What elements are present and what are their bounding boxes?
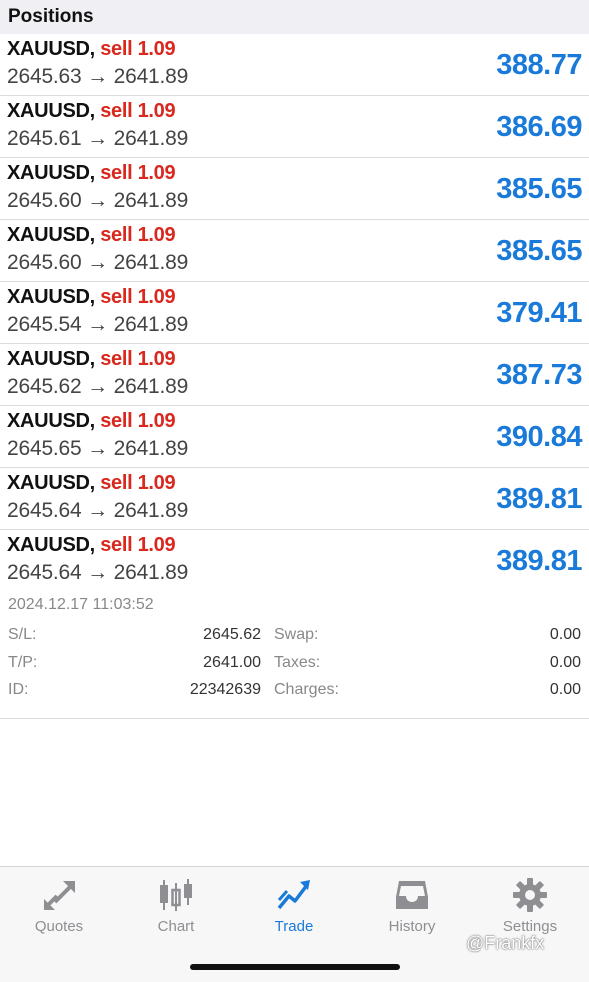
details-row-tp-taxes: T/P: 2641.00 Taxes: 0.00 xyxy=(0,654,589,678)
arrow-icon: → xyxy=(87,437,108,460)
swap-label: Swap: xyxy=(274,626,319,643)
current-price: 2641.89 xyxy=(113,189,189,212)
position-profit: 379.41 xyxy=(496,297,582,329)
tab-history[interactable]: History xyxy=(353,867,471,947)
tab-label: History xyxy=(388,918,436,935)
details-row-id-charges: ID: 22342639 Charges: 0.00 xyxy=(0,681,589,705)
position-profit: 385.65 xyxy=(496,235,582,267)
position-profit: 390.84 xyxy=(496,421,582,453)
id-label: ID: xyxy=(8,681,29,698)
position-row[interactable]: XAUUSD, sell 1.09 2645.60 → 2641.89 385.… xyxy=(0,158,589,220)
details-row-sl-swap: S/L: 2645.62 Swap: 0.00 xyxy=(0,626,589,650)
position-row[interactable]: XAUUSD, sell 1.09 2645.54 → 2641.89 379.… xyxy=(0,282,589,344)
position-symbol: XAUUSD, xyxy=(7,472,95,494)
open-price: 2645.63 xyxy=(7,65,82,88)
open-price: 2645.62 xyxy=(7,375,82,398)
tab-chart[interactable]: Chart xyxy=(117,867,235,947)
position-side: sell 1.09 xyxy=(100,348,176,370)
position-details: 2024.12.17 11:03:52 S/L: 2645.62 Swap: 0… xyxy=(0,592,589,719)
position-row[interactable]: XAUUSD, sell 1.09 2645.61 → 2641.89 386.… xyxy=(0,96,589,158)
position-row[interactable]: XAUUSD, sell 1.09 2645.64 → 2641.89 389.… xyxy=(0,468,589,530)
taxes-value: 0.00 xyxy=(549,654,581,671)
current-price: 2641.89 xyxy=(113,499,189,522)
position-row[interactable]: XAUUSD, sell 1.09 2645.60 → 2641.89 385.… xyxy=(0,220,589,282)
tab-label: Trade xyxy=(274,918,314,935)
position-side: sell 1.09 xyxy=(100,100,176,122)
tab-trade[interactable]: Trade xyxy=(235,867,353,947)
open-price: 2645.65 xyxy=(7,437,82,460)
open-price: 2645.61 xyxy=(7,127,82,150)
inbox-tray-icon xyxy=(396,881,428,909)
position-symbol: XAUUSD, xyxy=(7,162,95,184)
arrow-icon: → xyxy=(87,65,108,88)
open-price: 2645.64 xyxy=(7,499,82,522)
position-profit: 387.73 xyxy=(496,359,582,391)
position-profit: 386.69 xyxy=(496,111,582,143)
position-side: sell 1.09 xyxy=(100,410,176,432)
position-row-selected[interactable]: XAUUSD, sell 1.09 2645.64 → 2641.89 389.… xyxy=(0,530,589,592)
arrow-icon: → xyxy=(87,499,108,522)
positions-title: Positions xyxy=(8,6,94,27)
position-symbol: XAUUSD, xyxy=(7,38,95,60)
position-profit: 388.77 xyxy=(496,49,582,81)
position-symbol: XAUUSD, xyxy=(7,286,95,308)
position-row[interactable]: XAUUSD, sell 1.09 2645.62 → 2641.89 387.… xyxy=(0,344,589,406)
position-symbol: XAUUSD, xyxy=(7,410,95,432)
position-profit: 389.81 xyxy=(496,545,582,577)
position-side: sell 1.09 xyxy=(100,224,176,246)
tab-quotes[interactable]: Quotes xyxy=(0,867,118,947)
taxes-label: Taxes: xyxy=(274,654,321,671)
open-price: 2645.54 xyxy=(7,313,82,336)
position-side: sell 1.09 xyxy=(100,162,176,184)
arrow-icon: → xyxy=(87,251,108,274)
quotes-arrows-icon xyxy=(43,881,75,910)
current-price: 2641.89 xyxy=(113,561,189,584)
position-profit: 389.81 xyxy=(496,483,582,515)
open-price: 2645.60 xyxy=(7,189,82,212)
candlestick-icon xyxy=(160,879,192,911)
arrow-icon: → xyxy=(87,561,108,584)
current-price: 2641.89 xyxy=(113,127,189,150)
position-symbol: XAUUSD, xyxy=(7,224,95,246)
current-price: 2641.89 xyxy=(113,375,189,398)
trade-trend-icon xyxy=(277,880,310,910)
positions-list: XAUUSD, sell 1.09 2645.63 → 2641.89 388.… xyxy=(0,34,589,592)
position-profit: 385.65 xyxy=(496,173,582,205)
id-value: 22342639 xyxy=(189,681,261,698)
current-price: 2641.89 xyxy=(113,251,189,274)
position-symbol: XAUUSD, xyxy=(7,534,95,556)
gear-icon xyxy=(513,878,547,912)
arrow-icon: → xyxy=(87,313,108,336)
open-price: 2645.60 xyxy=(7,251,82,274)
tp-label: T/P: xyxy=(8,654,38,671)
charges-value: 0.00 xyxy=(549,681,581,698)
sl-label: S/L: xyxy=(8,626,37,643)
arrow-icon: → xyxy=(87,375,108,398)
positions-header: Positions xyxy=(0,0,589,34)
position-symbol: XAUUSD, xyxy=(7,348,95,370)
charges-label: Charges: xyxy=(274,681,339,698)
position-symbol: XAUUSD, xyxy=(7,100,95,122)
position-side: sell 1.09 xyxy=(100,38,176,60)
sl-value: 2645.62 xyxy=(203,626,261,643)
current-price: 2641.89 xyxy=(113,65,189,88)
home-indicator[interactable] xyxy=(190,964,400,970)
tp-value: 2641.00 xyxy=(203,654,261,671)
arrow-icon: → xyxy=(87,189,108,212)
current-price: 2641.89 xyxy=(113,437,189,460)
position-side: sell 1.09 xyxy=(100,472,176,494)
position-row[interactable]: XAUUSD, sell 1.09 2645.63 → 2641.89 388.… xyxy=(0,34,589,96)
position-row[interactable]: XAUUSD, sell 1.09 2645.65 → 2641.89 390.… xyxy=(0,406,589,468)
tab-label: Chart xyxy=(157,918,195,935)
tab-label: Quotes xyxy=(34,918,84,935)
swap-value: 0.00 xyxy=(549,626,581,643)
position-side: sell 1.09 xyxy=(100,286,176,308)
watermark-text: @Frankfx xyxy=(466,933,545,953)
open-price: 2645.64 xyxy=(7,561,82,584)
current-price: 2641.89 xyxy=(113,313,189,336)
open-time: 2024.12.17 11:03:52 xyxy=(8,596,154,613)
arrow-icon: → xyxy=(87,127,108,150)
position-side: sell 1.09 xyxy=(100,534,176,556)
